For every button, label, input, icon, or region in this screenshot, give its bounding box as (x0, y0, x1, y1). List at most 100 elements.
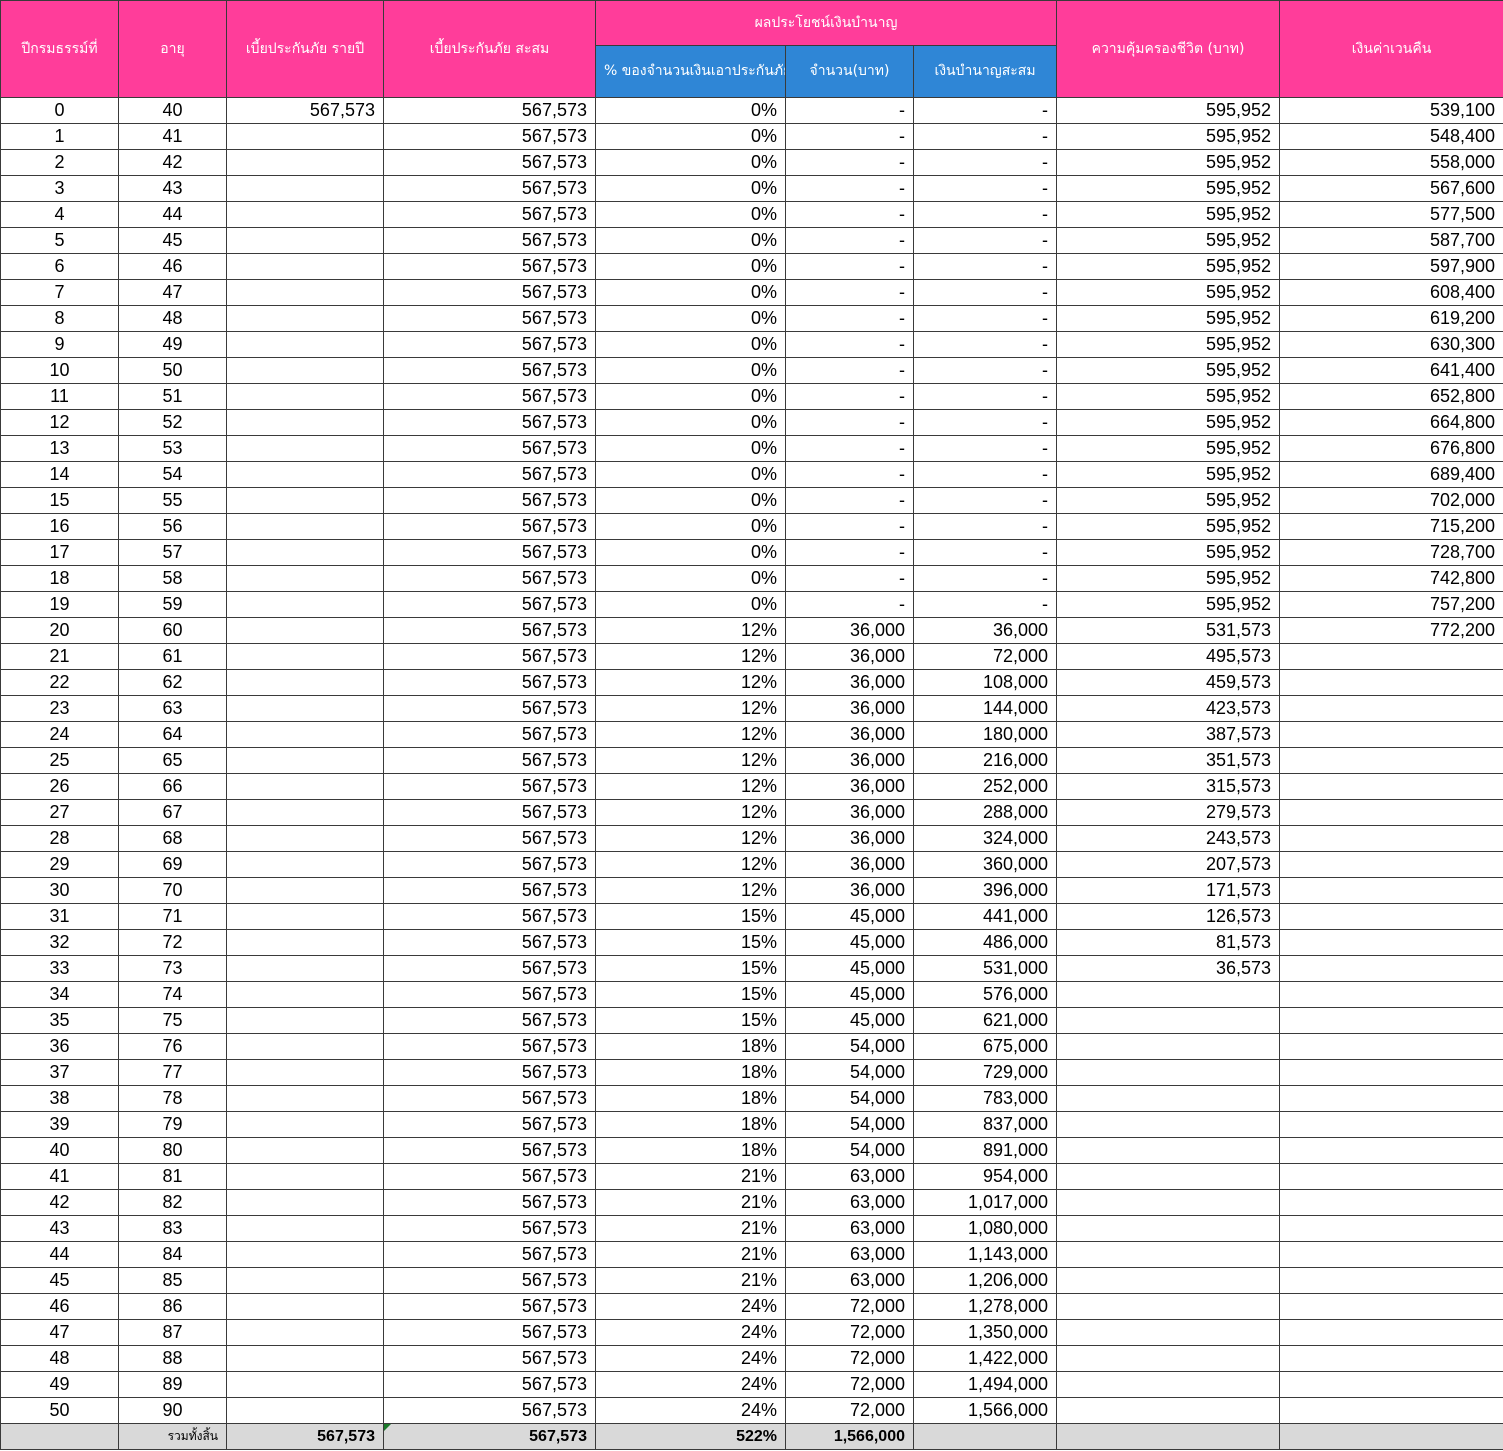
cell-annual-premium (226, 1137, 384, 1164)
cell-policy-year: 16 (0, 513, 119, 540)
cell-surrender-value (1279, 1345, 1503, 1372)
cell-surrender-value: 728,700 (1279, 539, 1503, 566)
cell-pension-amount: 45,000 (785, 955, 914, 982)
cell-policy-year: 23 (0, 695, 119, 722)
cell-age: 48 (118, 305, 227, 332)
cell-surrender-value: 587,700 (1279, 227, 1503, 254)
cell-pension-percent: 21% (595, 1189, 786, 1216)
total-cell-empty (1056, 1423, 1281, 1450)
cell-life-coverage: 495,573 (1056, 643, 1281, 670)
cell-pension-cumulative: 486,000 (912, 929, 1058, 956)
cell-age: 53 (118, 435, 227, 462)
table-row: 46 86 567,573 24% 72,000 1,278,000 (0, 1293, 1503, 1320)
cell-policy-year: 7 (0, 279, 119, 306)
cell-pension-percent: 0% (595, 149, 786, 176)
table-row: 44 84 567,573 21% 63,000 1,143,000 (0, 1241, 1503, 1268)
cell-annual-premium (226, 461, 384, 488)
cell-cumulative-premium: 567,573 (383, 149, 596, 176)
cell-pension-percent: 0% (595, 357, 786, 384)
cell-cumulative-premium: 567,573 (383, 1137, 596, 1164)
cell-policy-year: 4 (0, 201, 119, 228)
cell-surrender-value: 676,800 (1279, 435, 1503, 462)
cell-cumulative-premium: 567,573 (383, 513, 596, 540)
cell-cumulative-premium: 567,573 (383, 981, 596, 1008)
cell-policy-year: 19 (0, 591, 119, 618)
cell-cumulative-premium: 567,573 (383, 1111, 596, 1138)
cell-surrender-value (1279, 643, 1503, 670)
cell-pension-amount: 45,000 (785, 929, 914, 956)
cell-life-coverage: 36,573 (1056, 955, 1281, 982)
cell-pension-amount: 36,000 (785, 617, 914, 644)
cell-pension-cumulative: 531,000 (912, 955, 1058, 982)
cell-surrender-value (1279, 773, 1503, 800)
cell-cumulative-premium: 567,573 (383, 1371, 596, 1398)
header-annual-premium: เบี้ยประกันภัย รายปี (226, 0, 384, 98)
cell-surrender-value: 539,100 (1279, 97, 1503, 124)
cell-pension-percent: 12% (595, 721, 786, 748)
cell-pension-cumulative: - (912, 149, 1058, 176)
cell-pension-amount: 45,000 (785, 981, 914, 1008)
cell-age: 58 (118, 565, 227, 592)
cell-pension-amount: 63,000 (785, 1241, 914, 1268)
table-row: 7 47 567,573 0% - -595,952 608,400 (0, 279, 1503, 306)
cell-surrender-value (1279, 799, 1503, 826)
cell-age: 81 (118, 1163, 227, 1190)
cell-pension-percent: 0% (595, 383, 786, 410)
cell-life-coverage (1056, 1033, 1281, 1060)
cell-life-coverage: 351,573 (1056, 747, 1281, 774)
cell-surrender-value (1279, 1241, 1503, 1268)
cell-pension-amount: - (785, 513, 914, 540)
table-header: ปีกรมธรรม์ที่ อายุ เบี้ยประกันภัย รายปี … (0, 0, 1503, 98)
cell-age: 42 (118, 149, 227, 176)
header-age: อายุ (118, 0, 227, 98)
cell-cumulative-premium: 567,573 (383, 1241, 596, 1268)
cell-pension-cumulative: 216,000 (912, 747, 1058, 774)
cell-surrender-value: 597,900 (1279, 253, 1503, 280)
cell-policy-year: 34 (0, 981, 119, 1008)
cell-pension-cumulative: 144,000 (912, 695, 1058, 722)
cell-pension-amount: - (785, 123, 914, 150)
table-row: 3 43 567,573 0% - -595,952 567,600 (0, 175, 1503, 202)
cell-pension-percent: 15% (595, 903, 786, 930)
cell-cumulative-premium: 567,573 (383, 1319, 596, 1346)
cell-age: 84 (118, 1241, 227, 1268)
cell-pension-amount: 63,000 (785, 1267, 914, 1294)
cell-pension-cumulative: 891,000 (912, 1137, 1058, 1164)
cell-policy-year: 37 (0, 1059, 119, 1086)
cell-policy-year: 47 (0, 1319, 119, 1346)
cell-policy-year: 33 (0, 955, 119, 982)
table-row: 1 41 567,573 0% - -595,952 548,400 (0, 123, 1503, 150)
cell-age: 82 (118, 1189, 227, 1216)
cell-cumulative-premium: 567,573 (383, 1163, 596, 1190)
cell-surrender-value (1279, 955, 1503, 982)
cell-pension-amount: 36,000 (785, 825, 914, 852)
cell-pension-amount: - (785, 331, 914, 358)
cell-annual-premium (226, 201, 384, 228)
cell-pension-cumulative: 783,000 (912, 1085, 1058, 1112)
cell-surrender-value (1279, 1293, 1503, 1320)
cell-policy-year: 2 (0, 149, 119, 176)
cell-policy-year: 28 (0, 825, 119, 852)
cell-pension-cumulative: - (912, 435, 1058, 462)
cell-life-coverage: 595,952 (1056, 97, 1281, 124)
cell-policy-year: 26 (0, 773, 119, 800)
cell-surrender-value (1279, 721, 1503, 748)
cell-age: 68 (118, 825, 227, 852)
cell-pension-percent: 0% (595, 331, 786, 358)
cell-age: 47 (118, 279, 227, 306)
table-body: 0 40 567,573 567,573 0% - -595,952 539,100 1 41 56… (0, 97, 1503, 1424)
cell-annual-premium (226, 1059, 384, 1086)
cell-life-coverage (1056, 1397, 1281, 1424)
table-row: 28 68 567,573 12% 36,000 324,000 243,573 (0, 825, 1503, 852)
cell-policy-year: 29 (0, 851, 119, 878)
cell-cumulative-premium: 567,573 (383, 617, 596, 644)
cell-life-coverage: 595,952 (1056, 227, 1281, 254)
cell-pension-amount: 54,000 (785, 1137, 914, 1164)
cell-pension-cumulative: 441,000 (912, 903, 1058, 930)
cell-life-coverage: 279,573 (1056, 799, 1281, 826)
cell-annual-premium: 567,573 (226, 97, 384, 124)
cell-cumulative-premium: 567,573 (383, 201, 596, 228)
cell-policy-year: 0 (0, 97, 119, 124)
cell-annual-premium (226, 669, 384, 696)
table-row: 17 57 567,573 0% - -595,952 728,700 (0, 539, 1503, 566)
